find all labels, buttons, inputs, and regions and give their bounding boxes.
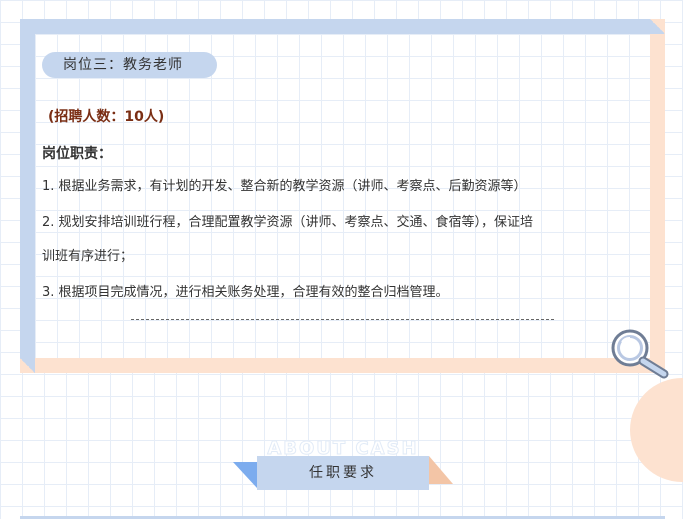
- duty-item: 1. 根据业务需求，有计划的开发、整合新的教学资源（讲师、考察点、后勤资源等）: [42, 179, 527, 194]
- duty-item: 2. 规划安排培训班行程，合理配置教学资源（讲师、考察点、交通、食宿等），保证培: [42, 215, 534, 230]
- section-banner-title: 任职要求: [309, 465, 377, 481]
- card-frame-top: [20, 19, 665, 34]
- position-title-pill: 岗位三：教务老师: [42, 52, 217, 78]
- banner-left-tab: [233, 462, 257, 488]
- card-frame-corner: [650, 19, 665, 34]
- duty-item: 3. 根据项目完成情况，进行相关账务处理，合理有效的整合归档管理。: [42, 285, 449, 300]
- position-title: 岗位三：教务老师: [63, 57, 183, 73]
- banner-right-tab: [429, 456, 453, 484]
- card-frame-corner: [20, 358, 35, 373]
- magnifying-glass-icon: [611, 329, 669, 379]
- card-frame-left: [20, 19, 35, 373]
- recruit-count: (招聘人数：10人): [48, 109, 165, 125]
- card-frame-right: [650, 19, 665, 373]
- dashed-divider: [131, 319, 554, 320]
- decorative-half-circle: [630, 378, 683, 482]
- duties-heading: 岗位职责：: [42, 146, 112, 162]
- duty-item-continued: 训班有序进行；: [42, 249, 134, 264]
- card-frame-bottom: [20, 358, 665, 373]
